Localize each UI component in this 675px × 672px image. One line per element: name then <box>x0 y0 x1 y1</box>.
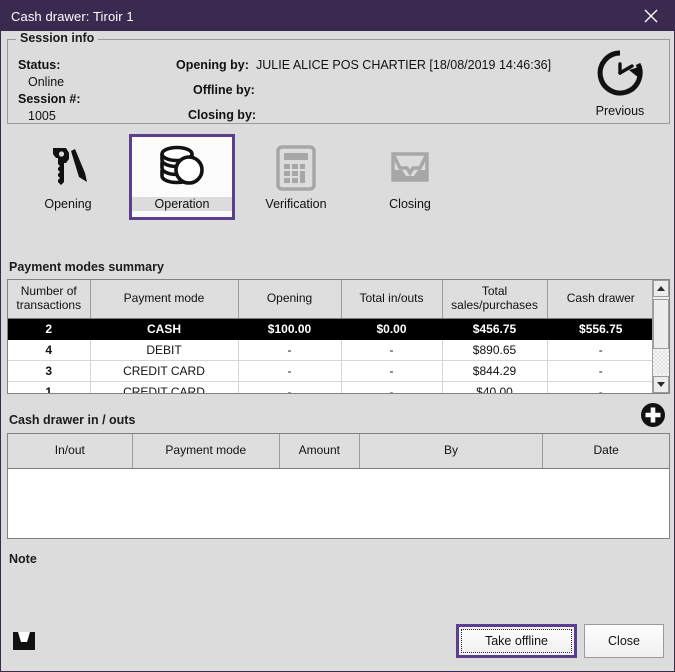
table-row[interactable]: 2 CASH $100.00 $0.00 $456.75 $556.75 <box>8 318 652 340</box>
opening-by-value: JULIE ALICE POS CHARTIER [18/08/2019 14:… <box>256 58 552 72</box>
open-drawer-button[interactable] <box>11 629 37 658</box>
cell-total-sales-purchases: $890.65 <box>442 339 548 361</box>
column-header-total-sales-purchases[interactable]: Total sales/purchases <box>442 280 548 319</box>
cell-cash-drawer: - <box>547 360 652 382</box>
column-header-opening[interactable]: Opening <box>238 280 342 319</box>
cell-total-sales-purchases: $844.29 <box>442 360 548 382</box>
cell-cash-drawer: $556.75 <box>547 318 652 340</box>
previous-clock-icon <box>597 50 643 96</box>
mode-toolbar: Opening Operation Verification Closing <box>7 134 670 222</box>
mode-label-verification: Verification <box>265 197 327 211</box>
payment-summary-scrollbar[interactable] <box>652 280 669 393</box>
cell-opening: $100.00 <box>238 318 342 340</box>
drawer-icon <box>13 632 35 650</box>
cell-number-of-transactions: 3 <box>8 360 91 382</box>
table-header-row: Number of transactions Payment mode Open… <box>8 280 652 319</box>
cell-total-sales-purchases: $40.00 <box>442 381 548 393</box>
column-header-total-in-outs[interactable]: Total in/outs <box>341 280 443 319</box>
payment-summary-grid-body: Number of transactions Payment mode Open… <box>8 280 652 393</box>
payment-summary-table: Number of transactions Payment mode Open… <box>8 280 652 393</box>
scroll-down-button[interactable] <box>653 376 669 393</box>
cell-cash-drawer: - <box>547 339 652 361</box>
column-header-payment-mode[interactable]: Payment mode <box>132 434 280 469</box>
cell-number-of-transactions: 2 <box>8 318 91 340</box>
take-offline-label: Take offline <box>461 629 572 653</box>
payment-summary-title: Payment modes summary <box>9 260 164 274</box>
closing-by-label: Closing by: <box>188 108 257 122</box>
opening-by-label: Opening by: <box>176 58 249 72</box>
column-header-in-out[interactable]: In/out <box>8 434 133 469</box>
cell-total-in-outs: - <box>341 360 443 382</box>
window-title: Cash drawer: Tiroir 1 <box>11 8 134 24</box>
cash-drawer-inouts-grid-body: In/out Payment mode Amount By Date <box>8 434 669 538</box>
take-offline-button[interactable]: Take offline <box>456 624 577 658</box>
close-button[interactable]: Close <box>584 624 664 658</box>
cell-cash-drawer: - <box>547 381 652 393</box>
cell-opening: - <box>238 339 342 361</box>
table-row[interactable]: 4 DEBIT - - $890.65 - <box>8 339 652 361</box>
mode-label-operation: Operation <box>132 197 232 211</box>
chevron-down-icon <box>657 382 665 387</box>
session-number-label: Session #: <box>18 92 81 106</box>
column-header-amount[interactable]: Amount <box>279 434 360 469</box>
dialog-body: Session info Status: Online Session #: 1… <box>1 31 674 671</box>
scroll-up-button[interactable] <box>653 280 669 297</box>
column-header-cash-drawer[interactable]: Cash drawer <box>547 280 652 319</box>
add-in-out-button[interactable] <box>640 402 666 428</box>
scrollbar-thumb[interactable] <box>653 299 669 349</box>
session-info-legend: Session info <box>16 31 99 45</box>
cell-payment-mode: CASH <box>90 318 239 340</box>
cell-payment-mode: CREDIT CARD <box>90 360 239 382</box>
cell-total-sales-purchases: $456.75 <box>442 318 548 340</box>
cell-total-in-outs: - <box>341 381 443 393</box>
status-value: Online <box>28 75 65 89</box>
mode-item-verification[interactable]: Verification <box>243 134 349 220</box>
coins-icon <box>154 141 210 193</box>
column-header-by[interactable]: By <box>359 434 544 469</box>
column-header-date[interactable]: Date <box>542 434 669 469</box>
mode-item-opening[interactable]: Opening <box>15 134 121 220</box>
table-header-row: In/out Payment mode Amount By Date <box>8 434 669 469</box>
close-button-label: Close <box>608 634 640 648</box>
session-info-group: Session info Status: Online Session #: 1… <box>7 31 670 124</box>
cash-drawer-inouts-grid: In/out Payment mode Amount By Date <box>7 433 670 539</box>
plus-circle-icon <box>641 403 665 427</box>
calculator-icon <box>274 141 318 193</box>
cell-number-of-transactions: 4 <box>8 339 91 361</box>
window-titlebar: Cash drawer: Tiroir 1 <box>1 1 674 31</box>
status-label: Status: <box>18 58 61 72</box>
cell-opening: - <box>238 360 342 382</box>
cell-payment-mode: CREDIT CARD <box>90 381 239 393</box>
close-icon <box>644 9 658 23</box>
mode-label-opening: Opening <box>44 197 92 211</box>
session-number-value: 1005 <box>28 109 56 123</box>
mode-item-operation[interactable]: Operation <box>129 134 235 220</box>
cell-total-in-outs: $0.00 <box>341 318 443 340</box>
mode-item-closing[interactable]: Closing <box>357 134 463 220</box>
previous-label: Previous <box>595 104 645 118</box>
note-label: Note <box>9 552 37 566</box>
tray-icon <box>385 141 435 193</box>
scrollbar-track[interactable] <box>653 351 669 375</box>
offline-by-label: Offline by: <box>193 83 255 97</box>
cash-drawer-inouts-table: In/out Payment mode Amount By Date <box>8 434 669 469</box>
payment-summary-grid: Number of transactions Payment mode Open… <box>7 279 670 394</box>
chevron-up-icon <box>657 286 665 291</box>
close-window-button[interactable] <box>628 1 674 31</box>
cell-opening: - <box>238 381 342 393</box>
cash-drawer-dialog: Cash drawer: Tiroir 1 Session info Statu… <box>0 0 675 672</box>
cash-drawer-inouts-title: Cash drawer in / outs <box>9 413 136 427</box>
table-row[interactable]: 3 CREDIT CARD - - $844.29 - <box>8 360 652 382</box>
mode-label-closing: Closing <box>389 197 431 211</box>
cell-payment-mode: DEBIT <box>90 339 239 361</box>
column-header-payment-mode[interactable]: Payment mode <box>90 280 239 319</box>
column-header-number-of-transactions[interactable]: Number of transactions <box>8 280 91 319</box>
cell-total-in-outs: - <box>341 339 443 361</box>
table-row[interactable]: 1 CREDIT CARD - - $40.00 - <box>8 381 652 393</box>
keys-icon <box>43 141 93 193</box>
cell-number-of-transactions: 1 <box>8 381 91 393</box>
previous-session-button[interactable]: Previous <box>581 48 659 118</box>
